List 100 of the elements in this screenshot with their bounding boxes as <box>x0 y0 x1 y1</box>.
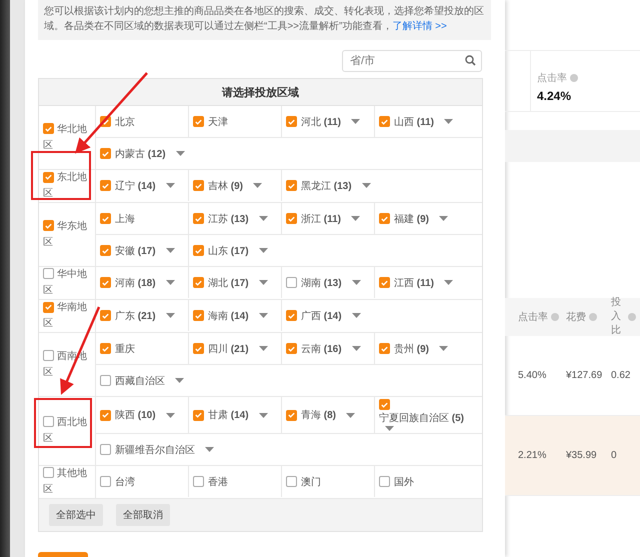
checkbox[interactable] <box>286 213 297 224</box>
checkbox[interactable] <box>100 148 111 159</box>
province-label[interactable]: 北京 <box>115 114 135 128</box>
checkbox[interactable] <box>43 220 54 231</box>
checkbox[interactable] <box>43 467 54 478</box>
caret-icon[interactable] <box>166 313 175 318</box>
caret-icon[interactable] <box>352 346 361 351</box>
caret-icon[interactable] <box>352 313 361 318</box>
checkbox[interactable] <box>43 172 54 182</box>
caret-icon[interactable] <box>166 412 175 418</box>
checkbox[interactable] <box>193 245 204 256</box>
province-label[interactable]: 甘肃 (14) <box>208 408 249 422</box>
checkbox[interactable] <box>193 410 204 420</box>
province-label[interactable]: 广东 (21) <box>115 308 156 322</box>
province-label[interactable]: 国外 <box>394 474 414 488</box>
caret-icon[interactable] <box>258 248 268 253</box>
caret-icon[interactable] <box>439 346 448 351</box>
checkbox[interactable] <box>286 116 297 127</box>
checkbox[interactable] <box>43 123 54 134</box>
region-checkbox-label[interactable]: 华南地区 <box>43 300 91 332</box>
province-label[interactable]: 新疆维吾尔自治区 <box>115 442 195 456</box>
province-label[interactable]: 河北 (11) <box>301 114 342 128</box>
province-label[interactable]: 澳门 <box>301 474 321 488</box>
checkbox[interactable] <box>286 343 297 354</box>
caret-icon[interactable] <box>205 447 214 452</box>
checkbox[interactable] <box>193 310 204 321</box>
checkbox[interactable] <box>286 277 297 288</box>
province-label[interactable]: 山西 (11) <box>394 114 434 128</box>
caret-icon[interactable] <box>166 248 175 253</box>
province-label[interactable]: 河南 (18) <box>115 276 156 290</box>
region-checkbox-label[interactable]: 华东地区 <box>43 218 91 250</box>
checkbox[interactable] <box>286 410 297 420</box>
submit-button[interactable] <box>38 552 88 557</box>
checkbox[interactable] <box>100 180 111 191</box>
checkbox[interactable] <box>100 444 111 455</box>
checkbox[interactable] <box>100 277 111 288</box>
province-label[interactable]: 黑龙江 (13) <box>301 178 352 192</box>
checkbox[interactable] <box>379 476 390 487</box>
checkbox[interactable] <box>379 343 390 354</box>
region-checkbox-label[interactable]: 东北地区 <box>43 170 91 202</box>
province-label[interactable]: 天津 <box>208 114 228 128</box>
caret-icon[interactable] <box>351 216 360 221</box>
province-label[interactable]: 海南 (14) <box>208 308 249 322</box>
caret-icon[interactable] <box>444 280 454 285</box>
caret-icon[interactable] <box>258 412 268 418</box>
province-label[interactable]: 宁夏回族自治区 (5) <box>379 411 464 425</box>
province-label[interactable]: 广西 (14) <box>301 308 342 322</box>
province-label[interactable]: 陕西 (10) <box>115 408 156 422</box>
checkbox[interactable] <box>43 416 54 427</box>
province-label[interactable]: 江苏 (13) <box>208 212 249 226</box>
province-label[interactable]: 香港 <box>208 474 228 488</box>
region-checkbox-label[interactable]: 其他地区 <box>43 466 91 498</box>
caret-icon[interactable] <box>352 280 361 285</box>
caret-icon[interactable] <box>385 426 394 431</box>
checkbox[interactable] <box>193 277 204 288</box>
search-field[interactable]: 省/市 <box>342 50 482 72</box>
checkbox[interactable] <box>100 343 111 354</box>
caret-icon[interactable] <box>175 378 184 383</box>
checkbox[interactable] <box>193 213 204 224</box>
caret-icon[interactable] <box>258 346 268 351</box>
province-label[interactable]: 内蒙古 (12) <box>115 146 166 160</box>
province-label[interactable]: 贵州 (9) <box>394 342 430 356</box>
checkbox[interactable] <box>379 213 390 224</box>
region-checkbox-label[interactable]: 华北地区 <box>43 122 91 154</box>
province-label[interactable]: 台湾 <box>115 474 135 488</box>
checkbox[interactable] <box>193 343 204 354</box>
caret-icon[interactable] <box>351 119 360 124</box>
province-label[interactable]: 西藏自治区 <box>115 374 165 388</box>
caret-icon[interactable] <box>444 119 454 124</box>
checkbox[interactable] <box>100 213 111 224</box>
province-label[interactable]: 江西 (11) <box>394 276 434 290</box>
checkbox[interactable] <box>193 476 204 487</box>
caret-icon[interactable] <box>258 216 268 221</box>
region-checkbox-label[interactable]: 华中地区 <box>43 267 91 299</box>
checkbox[interactable] <box>193 116 204 127</box>
checkbox[interactable] <box>193 180 204 191</box>
checkbox[interactable] <box>379 277 390 288</box>
checkbox[interactable] <box>43 302 54 312</box>
caret-icon[interactable] <box>253 183 262 188</box>
province-label[interactable]: 上海 <box>115 212 135 226</box>
caret-icon[interactable] <box>258 313 268 318</box>
caret-icon[interactable] <box>258 280 268 285</box>
province-label[interactable]: 山东 (17) <box>208 244 249 258</box>
checkbox[interactable] <box>43 268 54 279</box>
caret-icon[interactable] <box>346 412 356 418</box>
province-label[interactable]: 辽宁 (14) <box>115 178 156 192</box>
province-label[interactable]: 福建 (9) <box>394 212 430 226</box>
province-label[interactable]: 浙江 (11) <box>301 212 342 226</box>
caret-icon[interactable] <box>362 183 371 188</box>
checkbox[interactable] <box>379 116 390 127</box>
checkbox[interactable] <box>100 476 111 487</box>
checkbox[interactable] <box>100 245 111 256</box>
checkbox[interactable] <box>286 180 297 191</box>
caret-icon[interactable] <box>166 183 175 188</box>
learn-more-link[interactable]: 了解详情 >> <box>392 21 447 32</box>
province-label[interactable]: 湖南 (13) <box>301 276 342 290</box>
checkbox[interactable] <box>286 476 297 487</box>
province-label[interactable]: 四川 (21) <box>208 342 249 356</box>
checkbox[interactable] <box>100 410 111 420</box>
province-label[interactable]: 安徽 (17) <box>115 244 156 258</box>
